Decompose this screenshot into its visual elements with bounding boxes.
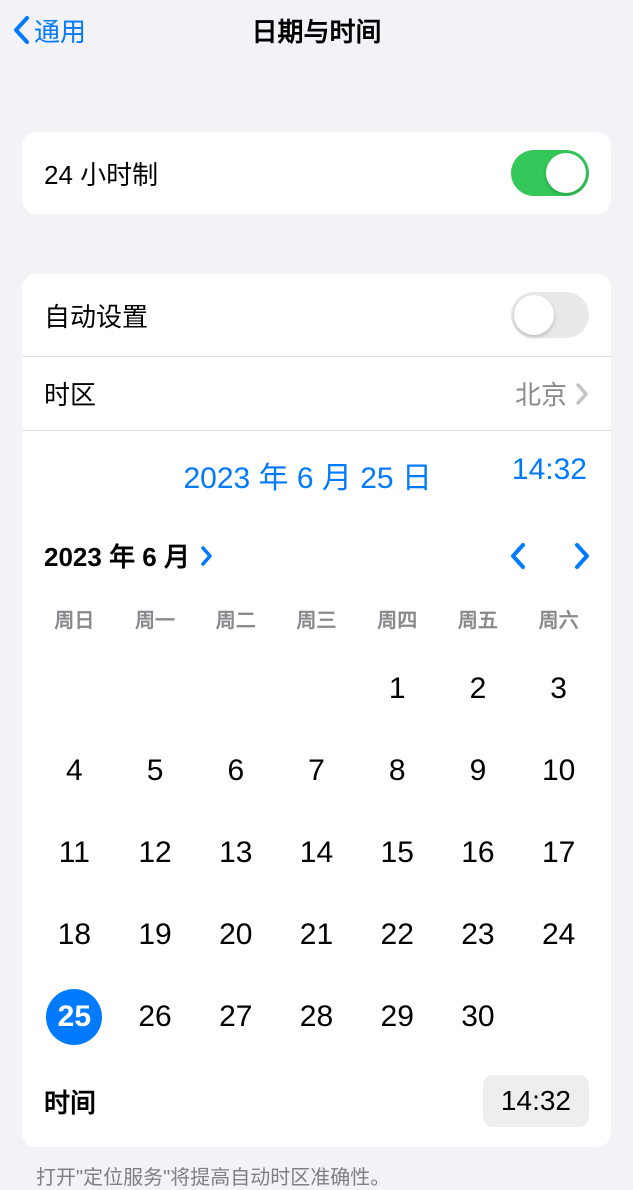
day-cell[interactable]: 30 — [450, 989, 506, 1045]
day-cell[interactable]: 29 — [369, 989, 425, 1045]
day-cell[interactable]: 26 — [127, 989, 183, 1045]
next-month-button[interactable] — [573, 542, 591, 570]
day-cell[interactable]: 4 — [46, 743, 102, 799]
day-cell[interactable]: 19 — [127, 907, 183, 963]
day-cell[interactable]: 3 — [531, 661, 587, 717]
day-cell[interactable]: 5 — [127, 743, 183, 799]
day-empty — [127, 661, 183, 717]
day-empty — [46, 661, 102, 717]
day-cell[interactable]: 23 — [450, 907, 506, 963]
day-cell[interactable]: 15 — [369, 825, 425, 881]
weekday-label: 周六 — [518, 598, 599, 639]
prev-month-button[interactable] — [509, 542, 527, 570]
day-cell[interactable]: 6 — [208, 743, 264, 799]
day-cell[interactable]: 24 — [531, 907, 587, 963]
month-label: 2023 年 6 月 — [44, 537, 190, 574]
chevron-right-icon — [200, 546, 213, 566]
day-cell[interactable]: 25 — [46, 989, 102, 1045]
auto-set-row: 自动设置 — [22, 274, 611, 356]
time-value: 14:32 — [501, 1085, 571, 1116]
selected-time-display[interactable]: 14:32 — [512, 453, 587, 497]
weekday-label: 周五 — [438, 598, 519, 639]
page-title: 日期与时间 — [251, 12, 381, 49]
day-cell[interactable]: 7 — [288, 743, 344, 799]
timezone-label: 时区 — [44, 375, 96, 412]
day-cell[interactable]: 20 — [208, 907, 264, 963]
day-cell[interactable]: 11 — [46, 825, 102, 881]
day-cell[interactable]: 17 — [531, 825, 587, 881]
day-cell[interactable]: 10 — [531, 743, 587, 799]
day-cell[interactable]: 21 — [288, 907, 344, 963]
twenty-four-hour-switch[interactable] — [511, 150, 589, 196]
day-empty — [288, 661, 344, 717]
timezone-value: 北京 — [515, 375, 567, 412]
day-cell[interactable]: 8 — [369, 743, 425, 799]
weekday-label: 周二 — [195, 598, 276, 639]
weekday-label: 周一 — [115, 598, 196, 639]
time-label: 时间 — [44, 1083, 96, 1120]
day-cell[interactable]: 18 — [46, 907, 102, 963]
auto-set-label: 自动设置 — [44, 297, 148, 334]
day-cell[interactable]: 28 — [288, 989, 344, 1045]
month-picker-button[interactable]: 2023 年 6 月 — [44, 537, 213, 574]
selected-date-display[interactable]: 2023 年 6 月 25 日 — [183, 453, 431, 497]
footer-note: 打开"定位服务"将提高自动时区准确性。 — [0, 1147, 633, 1190]
weekday-label: 周四 — [357, 598, 438, 639]
day-cell[interactable]: 2 — [450, 661, 506, 717]
day-cell[interactable]: 14 — [288, 825, 344, 881]
chevron-right-icon — [575, 383, 589, 405]
weekday-label: 周三 — [276, 598, 357, 639]
twenty-four-hour-label: 24 小时制 — [44, 155, 158, 192]
day-cell[interactable]: 13 — [208, 825, 264, 881]
back-label: 通用 — [34, 12, 86, 49]
day-cell[interactable]: 27 — [208, 989, 264, 1045]
twenty-four-hour-row: 24 小时制 — [22, 132, 611, 214]
day-cell[interactable]: 12 — [127, 825, 183, 881]
back-button[interactable]: 通用 — [12, 12, 86, 49]
day-cell[interactable]: 22 — [369, 907, 425, 963]
day-cell[interactable]: 9 — [450, 743, 506, 799]
day-cell[interactable]: 16 — [450, 825, 506, 881]
time-picker-button[interactable]: 14:32 — [483, 1075, 589, 1127]
weekday-label: 周日 — [34, 598, 115, 639]
day-cell[interactable]: 1 — [369, 661, 425, 717]
auto-set-switch[interactable] — [511, 292, 589, 338]
day-empty — [208, 661, 264, 717]
chevron-left-icon — [12, 15, 30, 45]
timezone-row[interactable]: 时区 北京 — [22, 356, 611, 430]
